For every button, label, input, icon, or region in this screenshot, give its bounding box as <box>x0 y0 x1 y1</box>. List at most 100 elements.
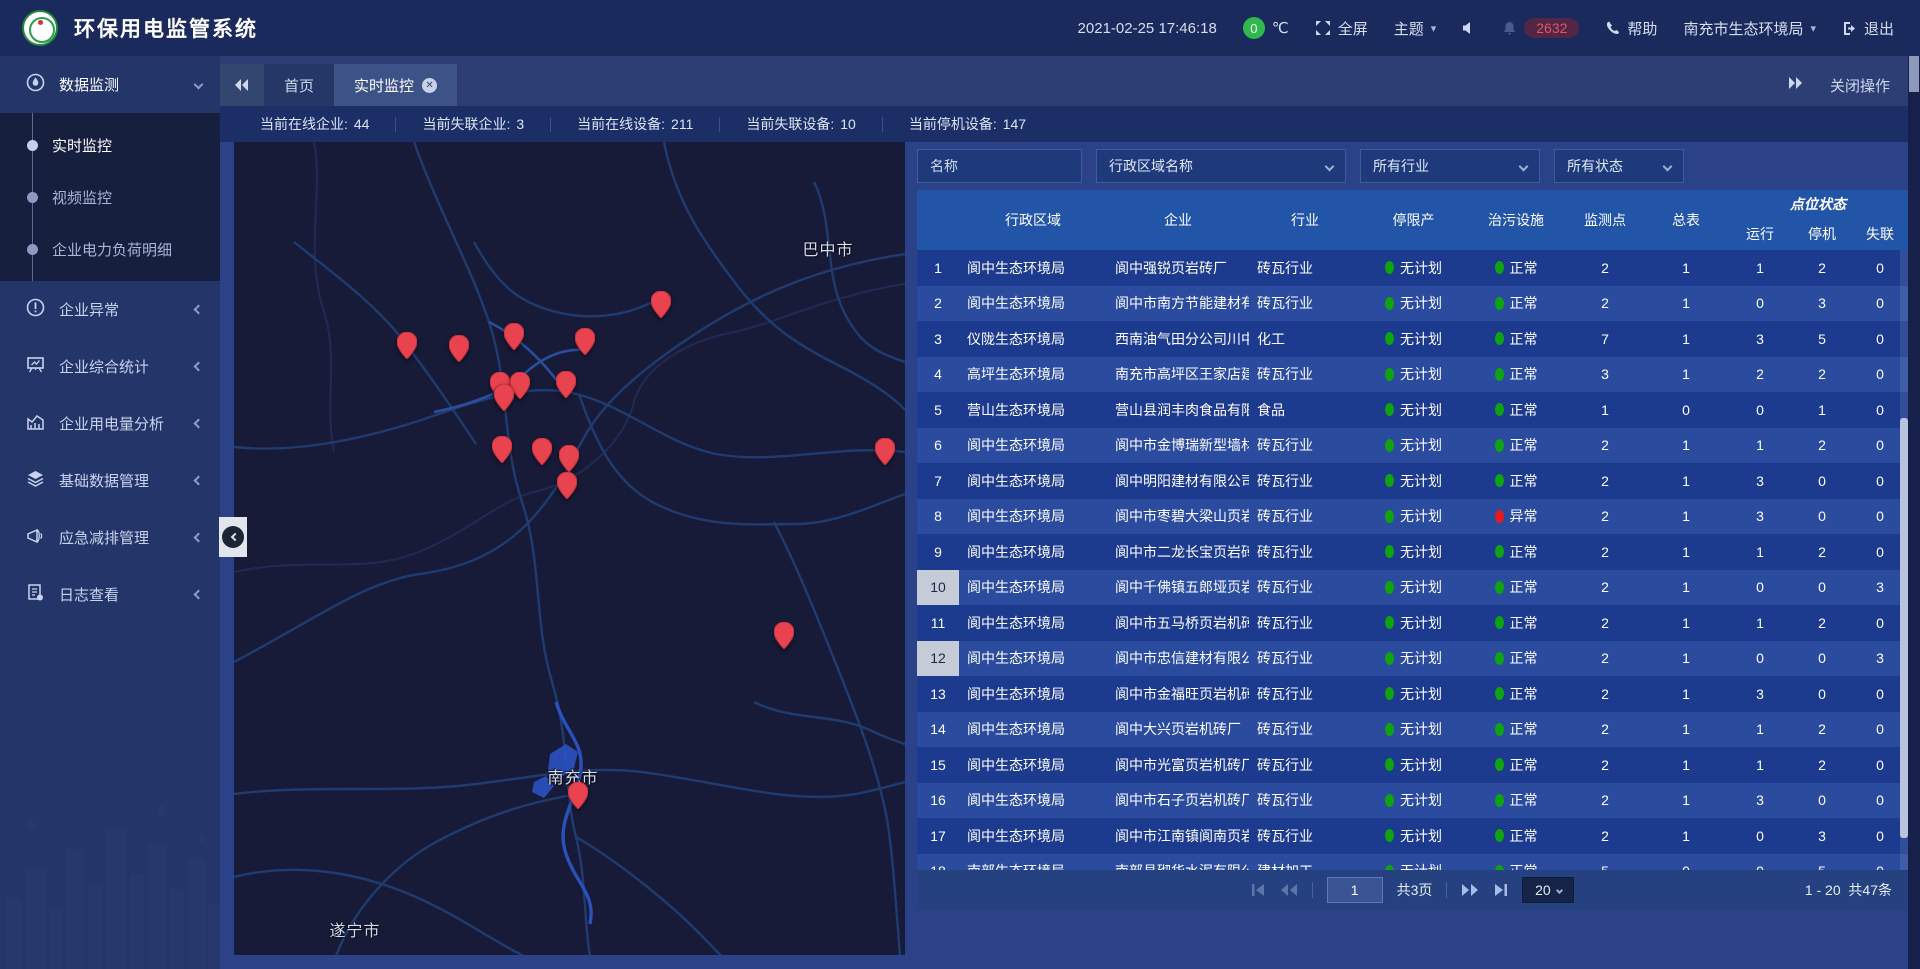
region-filter-select[interactable]: 行政区域名称 <box>1096 149 1346 183</box>
column-header-monitor: 监测点 <box>1566 190 1644 250</box>
chevron-down-icon <box>1663 161 1673 171</box>
facility-text: 正常 <box>1510 719 1538 739</box>
map-panel[interactable]: 巴中市南充市遂宁市 <box>234 142 905 955</box>
sidebar-group-2[interactable]: 企业异常 <box>0 281 220 338</box>
cell-stop-plan: 无计划 <box>1361 286 1466 322</box>
table-scrollbar[interactable] <box>1900 250 1908 870</box>
table-row[interactable]: 12阆中生态环境局阆中市忠信建材有限公砖瓦行业无计划正常21003 <box>917 641 1908 677</box>
row-number-cell: 2 <box>917 286 959 322</box>
table-body: 1阆中生态环境局阆中强锐页岩砖厂砖瓦行业无计划正常211202阆中生态环境局阆中… <box>917 250 1908 870</box>
cell-run-count: 1 <box>1728 747 1792 783</box>
tab-close-icon[interactable]: ✕ <box>422 78 437 93</box>
table-row[interactable]: 16阆中生态环境局阆中市石子页岩机砖厂砖瓦行业无计划正常21300 <box>917 783 1908 819</box>
map-pin[interactable] <box>504 323 524 350</box>
map-pin[interactable] <box>494 384 514 411</box>
row-number: 9 <box>917 534 959 570</box>
facility-text: 异常 <box>1510 506 1538 526</box>
table-row[interactable]: 7阆中生态环境局阆中明阳建材有限公司砖瓦行业无计划正常21300 <box>917 463 1908 499</box>
map-pin[interactable] <box>532 438 552 465</box>
cell-company: 南充市高坪区王家店建 <box>1107 357 1249 393</box>
first-page-button[interactable] <box>1251 883 1266 897</box>
next-page-button[interactable] <box>1461 883 1479 897</box>
map-pin[interactable] <box>557 472 577 499</box>
table-scrollbar-thumb[interactable] <box>1900 418 1908 838</box>
cell-facility: 异常 <box>1466 499 1566 535</box>
tabs-scroll-left-button[interactable] <box>220 64 264 106</box>
cell-industry: 食品 <box>1249 392 1361 428</box>
cell-run-count: 1 <box>1728 712 1792 748</box>
sidebar-group-6[interactable]: 应急减排管理 <box>0 509 220 566</box>
table-row[interactable]: 3仪陇生态环境局西南油气田分公司川中化工无计划正常71350 <box>917 321 1908 357</box>
chevron-left-icon <box>194 533 204 543</box>
map-pin[interactable] <box>651 291 671 318</box>
facility-text: 正常 <box>1510 329 1538 349</box>
speaker-button[interactable] <box>1462 21 1476 35</box>
logout-button[interactable]: 退出 <box>1842 18 1894 39</box>
table-row[interactable]: 11阆中生态环境局阆中市五马桥页岩机砖砖瓦行业无计划正常21120 <box>917 605 1908 641</box>
map-pin[interactable] <box>575 328 595 355</box>
sidebar-group-4[interactable]: 企业用电量分析 <box>0 395 220 452</box>
org-dropdown[interactable]: 南充市生态环境局 ▾ <box>1683 18 1816 39</box>
sidebar-group-7[interactable]: 日志查看 <box>0 566 220 623</box>
theme-dropdown[interactable]: 主题 ▾ <box>1394 18 1437 39</box>
cell-region: 阆中生态环境局 <box>959 499 1107 535</box>
table-row[interactable]: 14阆中生态环境局阆中大兴页岩机砖厂砖瓦行业无计划正常21120 <box>917 712 1908 748</box>
page-number-input[interactable] <box>1327 877 1383 903</box>
cell-facility: 正常 <box>1466 712 1566 748</box>
table-row[interactable]: 2阆中生态环境局阆中市南方节能建材有砖瓦行业无计划正常21030 <box>917 286 1908 322</box>
table-row[interactable]: 10阆中生态环境局阆中千佛镇五郎垭页岩砖瓦行业无计划正常21003 <box>917 570 1908 606</box>
help-button[interactable]: 帮助 <box>1605 18 1657 39</box>
industry-filter-select[interactable]: 所有行业 <box>1360 149 1540 183</box>
map-pin[interactable] <box>559 445 579 472</box>
sidebar-group-1[interactable]: 数据监测 <box>0 56 220 113</box>
sidebar-item-3[interactable]: 企业电力负荷明细 <box>0 223 220 275</box>
cell-run-count: 0 <box>1728 286 1792 322</box>
table-row[interactable]: 4高坪生态环境局南充市高坪区王家店建砖瓦行业无计划正常31220 <box>917 357 1908 393</box>
cell-monitor-count: 3 <box>1566 357 1644 393</box>
map-pin[interactable] <box>449 335 469 362</box>
table-row[interactable]: 17阆中生态环境局阆中市江南镇阆南页岩砖瓦行业无计划正常21030 <box>917 818 1908 854</box>
status-filter-select[interactable]: 所有状态 <box>1554 149 1684 183</box>
status-dot-green <box>1495 439 1504 452</box>
map-pin[interactable] <box>397 332 417 359</box>
table-row[interactable]: 15阆中生态环境局阆中市光富页岩机砖厂砖瓦行业无计划正常21120 <box>917 747 1908 783</box>
tab-home[interactable]: 首页 <box>264 64 334 106</box>
sidebar-item-2[interactable]: 视频监控 <box>0 171 220 223</box>
cell-industry: 砖瓦行业 <box>1249 641 1361 677</box>
map-pin[interactable] <box>568 782 588 809</box>
name-filter-input[interactable] <box>917 149 1082 183</box>
map-pin[interactable] <box>556 371 576 398</box>
table-row[interactable]: 13阆中生态环境局阆中市金福旺页岩机砖砖瓦行业无计划正常21300 <box>917 676 1908 712</box>
close-operations-button[interactable]: 关闭操作 <box>1830 75 1890 96</box>
map-pin[interactable] <box>875 438 895 465</box>
table-row[interactable]: 5营山生态环境局营山县润丰肉食品有限食品无计划正常10010 <box>917 392 1908 428</box>
notification-bell[interactable]: 2632 <box>1502 18 1579 38</box>
table-row[interactable]: 8阆中生态环境局阆中市枣碧大梁山页岩砖瓦行业无计划异常21300 <box>917 499 1908 535</box>
map-pin[interactable] <box>492 436 512 463</box>
row-number: 6 <box>917 428 959 464</box>
cell-company: 阆中千佛镇五郎垭页岩 <box>1107 570 1249 606</box>
panel-collapse-toggle[interactable] <box>219 517 247 557</box>
map-pin[interactable] <box>774 622 794 649</box>
page-size-select[interactable]: 20 <box>1522 877 1574 903</box>
scrollbar-thumb[interactable] <box>1909 56 1919 92</box>
stat-item: 当前在线企业:44 <box>234 114 395 134</box>
table-row[interactable]: 6阆中生态环境局阆中市金博瑞新型墙材砖瓦行业无计划正常21120 <box>917 428 1908 464</box>
sidebar-group-5[interactable]: 基础数据管理 <box>0 452 220 509</box>
sidebar-item-1[interactable]: 实时监控 <box>0 119 220 171</box>
table-row[interactable]: 9阆中生态环境局阆中市二龙长宝页岩砖砖瓦行业无计划正常21120 <box>917 534 1908 570</box>
last-page-button[interactable] <box>1493 883 1508 897</box>
fullscreen-button[interactable]: 全屏 <box>1315 18 1368 39</box>
table-row[interactable]: 1阆中生态环境局阆中强锐页岩砖厂砖瓦行业无计划正常21120 <box>917 250 1908 286</box>
column-header-stop: 停机 <box>1792 218 1852 250</box>
prev-page-button[interactable] <box>1280 883 1298 897</box>
window-scrollbar[interactable] <box>1908 56 1920 969</box>
tabs-scroll-right-button[interactable] <box>1788 76 1804 94</box>
sidebar-group-3[interactable]: 企业综合统计 <box>0 338 220 395</box>
cell-total-meter: 1 <box>1644 641 1728 677</box>
status-dot-green <box>1495 723 1504 736</box>
table-row[interactable]: 18南部生态环境局南部县砌华水泥有限公建材加工无计划正常50050 <box>917 854 1908 871</box>
row-number: 3 <box>917 321 959 357</box>
cell-company: 阆中大兴页岩机砖厂 <box>1107 712 1249 748</box>
tab-realtime-monitor[interactable]: 实时监控 ✕ <box>334 64 457 106</box>
